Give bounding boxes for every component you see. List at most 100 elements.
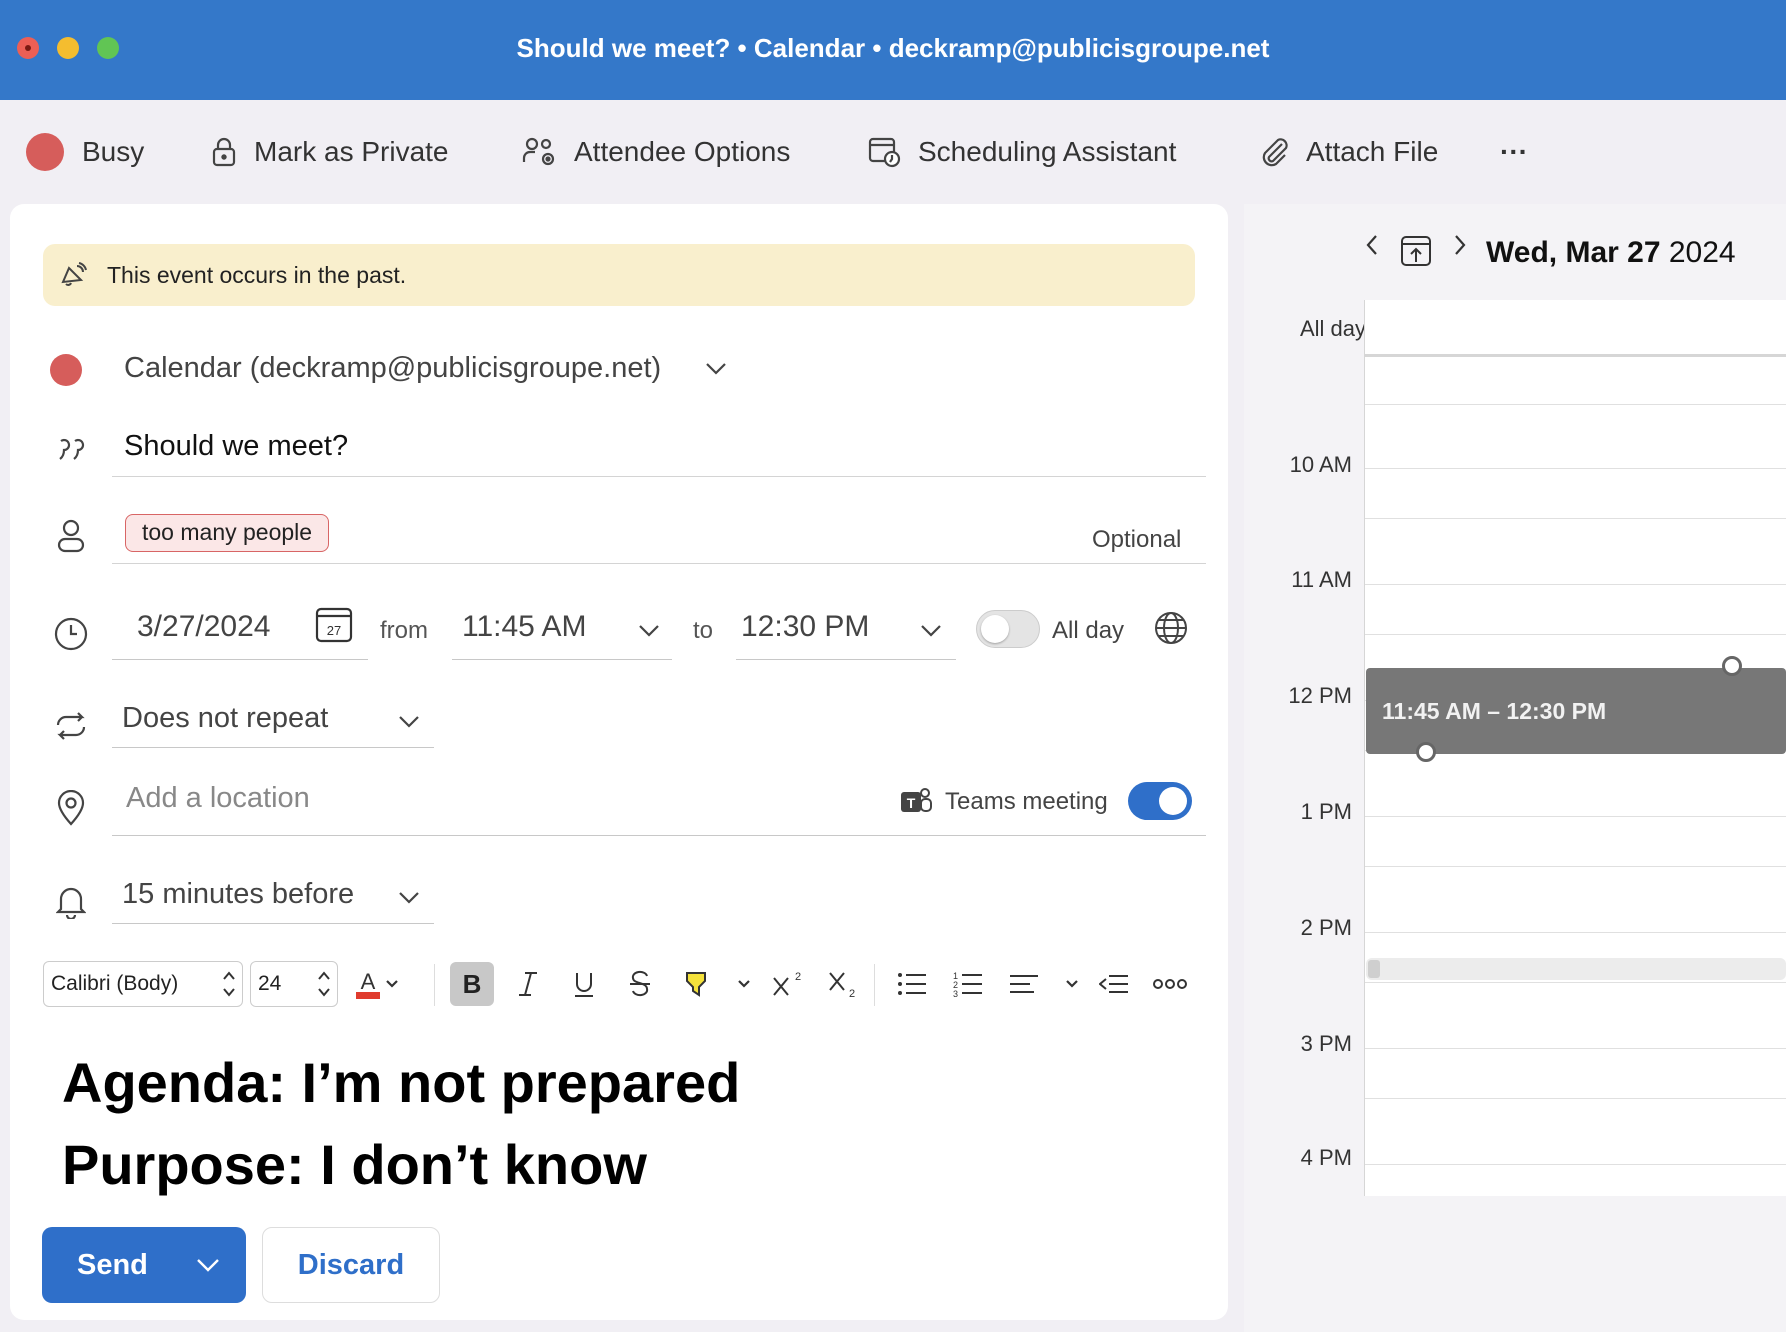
underline-icon: [575, 973, 593, 997]
grid-line: [1365, 1048, 1786, 1049]
attendee-options-button[interactable]: Attendee Options: [522, 130, 790, 174]
chevron-right-icon: [1455, 235, 1466, 255]
hour-label: 12 PM: [1288, 683, 1352, 708]
location-input[interactable]: Add a location: [126, 782, 310, 815]
optional-attendees-link[interactable]: Optional: [1092, 526, 1181, 554]
font-size-select[interactable]: 24: [250, 961, 338, 1007]
date-field[interactable]: 3/27/2024: [137, 610, 270, 644]
busy-status-button[interactable]: Busy: [26, 130, 144, 174]
date-underline: [112, 659, 368, 660]
italic-button[interactable]: [506, 962, 550, 1006]
title-bar: Should we meet? • Calendar • deckramp@pu…: [0, 0, 1786, 100]
event-toolbar: Busy Mark as Private Attendee Options Sc…: [0, 100, 1786, 205]
bullet-list-button[interactable]: [890, 962, 934, 1006]
to-label: to: [693, 617, 714, 644]
more-horizontal-icon: [1153, 979, 1187, 989]
start-time-chevron-icon[interactable]: [638, 624, 660, 643]
repeat-chevron-icon[interactable]: [398, 715, 420, 734]
numbered-list-button[interactable]: 123: [946, 962, 990, 1006]
repeat-underline: [112, 747, 434, 748]
attach-file-button[interactable]: Attach File: [1260, 130, 1438, 174]
outdent-icon: [1099, 975, 1128, 993]
highlight-button[interactable]: [674, 962, 718, 1006]
format-separator: [434, 964, 435, 1006]
event-resize-handle-bottom[interactable]: [1416, 742, 1436, 762]
bullet-list-icon: [898, 973, 926, 995]
current-time-indicator: [1366, 958, 1786, 980]
send-button[interactable]: Send: [42, 1227, 246, 1303]
strikethrough-icon: [630, 970, 650, 997]
attendee-chip[interactable]: too many people: [125, 514, 330, 552]
busy-label: Busy: [82, 136, 145, 167]
location-underline: [112, 835, 1206, 836]
end-time-chevron-icon[interactable]: [920, 624, 942, 643]
repeat-icon: [44, 706, 98, 746]
person-icon: [44, 516, 98, 556]
more-options-icon: ···: [1500, 136, 1528, 167]
start-time-underline: [452, 659, 672, 660]
underline-button[interactable]: [562, 962, 606, 1006]
today-button[interactable]: [1400, 234, 1432, 268]
subject-field[interactable]: Should we meet?: [124, 430, 348, 463]
hour-label: 4 PM: [1300, 1145, 1352, 1170]
scheduling-assistant-button[interactable]: Scheduling Assistant: [868, 130, 1176, 174]
next-day-button[interactable]: [1452, 232, 1468, 258]
body-line-agenda[interactable]: Agenda: I’m not prepared: [62, 1050, 740, 1115]
all-day-toggle[interactable]: [976, 610, 1040, 648]
more-options-button[interactable]: ···: [1500, 130, 1528, 174]
grid-line: [1365, 634, 1786, 635]
grid-line: [1365, 404, 1786, 405]
scheduling-assistant-label: Scheduling Assistant: [918, 136, 1177, 167]
reminder-select[interactable]: 15 minutes before: [122, 878, 354, 911]
attendee-underline: [112, 563, 1206, 564]
subscript-button[interactable]: 2: [820, 962, 864, 1006]
chevron-down-icon: [738, 980, 750, 988]
hour-label: 2 PM: [1300, 915, 1352, 940]
calendar-name: Calendar (deckramp@publicisgroupe.net): [124, 352, 662, 384]
chevron-down-icon: [386, 980, 398, 988]
superscript-button[interactable]: 2: [764, 962, 808, 1006]
svg-text:2: 2: [849, 988, 855, 999]
stepper-icon: [318, 971, 330, 997]
repeat-select[interactable]: Does not repeat: [122, 702, 328, 735]
svg-text:27: 27: [327, 623, 341, 638]
reminder-chevron-icon[interactable]: [398, 891, 420, 910]
bold-button[interactable]: B: [450, 962, 494, 1006]
svg-text:T: T: [907, 795, 916, 811]
teams-meeting-label: Teams meeting: [945, 788, 1108, 815]
stepper-icon: [223, 971, 235, 997]
font-color-dropdown[interactable]: [380, 962, 404, 1006]
align-dropdown[interactable]: [1060, 962, 1084, 1006]
busy-status-icon: [26, 133, 64, 171]
mark-private-button[interactable]: Mark as Private: [210, 130, 449, 174]
calendar-selector[interactable]: Calendar (deckramp@publicisgroupe.net): [124, 352, 727, 385]
font-size-value: 24: [258, 972, 282, 995]
svg-text:B: B: [463, 970, 482, 998]
discard-button[interactable]: Discard: [262, 1227, 440, 1303]
strikethrough-button[interactable]: [618, 962, 662, 1006]
date-picker-icon[interactable]: 27: [315, 606, 353, 649]
end-time-field[interactable]: 12:30 PM: [741, 610, 869, 644]
clock-icon: [44, 614, 98, 654]
event-block[interactable]: 11:45 AM – 12:30 PM: [1366, 656, 1786, 762]
chevron-down-icon[interactable]: [196, 1257, 220, 1273]
decrease-indent-button[interactable]: [1092, 962, 1136, 1006]
align-button[interactable]: [1002, 962, 1046, 1006]
globe-icon[interactable]: [1154, 611, 1188, 650]
svg-text:3: 3: [953, 989, 958, 998]
teams-icon: T: [899, 786, 933, 823]
hour-label: 10 AM: [1289, 452, 1352, 477]
svg-text:2: 2: [795, 971, 801, 983]
event-resize-handle-top[interactable]: [1722, 656, 1742, 676]
mark-private-label: Mark as Private: [254, 136, 449, 167]
more-format-button[interactable]: [1148, 962, 1192, 1006]
start-time-field[interactable]: 11:45 AM: [462, 610, 587, 644]
font-color-icon: A: [356, 969, 380, 999]
teams-meeting-toggle[interactable]: [1128, 782, 1192, 820]
body-line-purpose[interactable]: Purpose: I don’t know: [62, 1132, 647, 1197]
calendar-color-icon: [50, 354, 82, 386]
past-event-banner: This event occurs in the past.: [43, 244, 1195, 306]
highlight-dropdown[interactable]: [732, 962, 756, 1006]
font-family-select[interactable]: Calibri (Body): [43, 961, 243, 1007]
previous-day-button[interactable]: [1364, 232, 1380, 258]
